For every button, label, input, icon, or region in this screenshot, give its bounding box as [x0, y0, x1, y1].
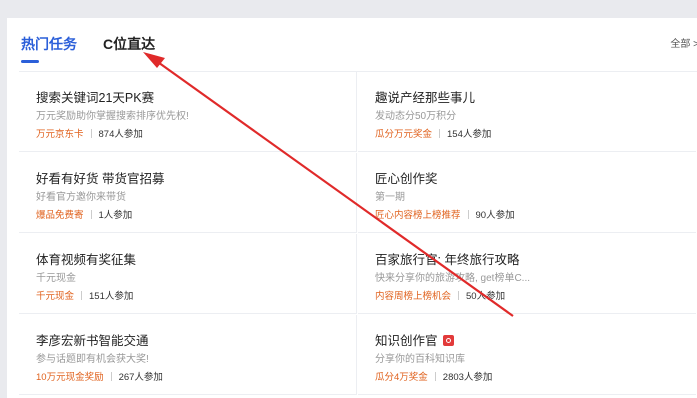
card-desc: 发动态分50万积分: [375, 111, 457, 122]
card-desc: 快来分享你的旅游攻略, get榜单C...: [375, 273, 531, 284]
card-reward: 瓜分4万奖金: [375, 372, 428, 383]
card-desc: 好看官方邀你来带货: [36, 192, 126, 203]
card-title: 百家旅行官: 年终旅行攻略: [375, 253, 520, 267]
task-card[interactable]: 好看有好货 带货官招募 好看官方邀你来带货 爆品免费寄 1人参加: [19, 153, 357, 233]
card-meta: 匠心内容榜上榜推荐 90人参加: [375, 207, 515, 221]
card-meta: 10万元现金奖励 267人参加: [36, 369, 163, 383]
card-meta: 千元现金 151人参加: [36, 288, 133, 302]
card-meta: 内容周榜上榜机会 50人参加: [375, 288, 505, 302]
card-participants: 90人参加: [475, 210, 515, 221]
card-meta: 万元京东卡 874人参加: [36, 126, 143, 140]
view-all-link[interactable]: 全部 >: [670, 35, 697, 50]
card-participants: 50人参加: [466, 291, 506, 302]
task-card[interactable]: 趣说产经那些事儿 发动态分50万积分 瓜分万元奖金 154人参加: [358, 72, 696, 152]
card-desc: 参与话题即有机会获大奖!: [36, 354, 149, 365]
card-reward: 千元现金: [36, 291, 75, 302]
card-title: 李彦宏新书智能交通: [36, 334, 149, 348]
card-meta: 瓜分万元奖金 154人参加: [375, 126, 491, 140]
task-card[interactable]: 百家旅行官: 年终旅行攻略 快来分享你的旅游攻略, get榜单C... 内容周榜…: [358, 234, 696, 314]
task-card[interactable]: 匠心创作奖 第一期 匠心内容榜上榜推荐 90人参加: [358, 153, 696, 233]
card-reward: 10万元现金奖励: [36, 372, 104, 383]
card-desc: 万元奖励助你掌握搜索排序优先权!: [36, 111, 189, 122]
red-badge-icon: [442, 335, 454, 346]
card-title: 好看有好货 带货官招募: [36, 172, 165, 186]
task-card[interactable]: 知识创作官 分享你的百科知识库 瓜分4万奖金 2803人参加: [358, 315, 696, 395]
card-participants: 267人参加: [118, 372, 163, 383]
task-card[interactable]: 李彦宏新书智能交通 参与话题即有机会获大奖! 10万元现金奖励 267人参加: [19, 315, 357, 395]
tab-label: C位直达: [103, 36, 156, 52]
task-grid: 搜索关键词21天PK赛 万元奖励助你掌握搜索排序优先权! 万元京东卡 874人参加…: [19, 71, 697, 398]
card-title-text: 知识创作官: [375, 334, 438, 348]
card-desc: 千元现金: [36, 273, 76, 284]
card-meta: 爆品免费寄 1人参加: [36, 207, 132, 221]
card-title: 知识创作官: [375, 330, 454, 349]
card-participants: 2803人参加: [442, 372, 493, 383]
card-reward: 万元京东卡: [36, 129, 84, 140]
card-desc: 分享你的百科知识库: [375, 354, 465, 365]
tab-label: 热门任务: [21, 36, 77, 52]
card-participants: 151人参加: [89, 291, 134, 302]
card-reward: 瓜分万元奖金: [375, 129, 433, 140]
card-title: 搜索关键词21天PK赛: [36, 91, 155, 105]
card-reward: 爆品免费寄: [36, 210, 84, 221]
tab-hot-tasks[interactable]: 热门任务: [21, 34, 77, 63]
task-card[interactable]: 搜索关键词21天PK赛 万元奖励助你掌握搜索排序优先权! 万元京东卡 874人参加: [19, 72, 357, 152]
card-participants: 1人参加: [98, 210, 133, 221]
card-meta: 瓜分4万奖金 2803人参加: [375, 369, 492, 383]
card-participants: 874人参加: [98, 129, 143, 140]
card-reward: 内容周榜上榜机会: [375, 291, 452, 302]
task-card[interactable]: 体育视频有奖征集 千元现金 千元现金 151人参加: [19, 234, 357, 314]
card-title: 趣说产经那些事儿: [375, 91, 476, 105]
card-title: 体育视频有奖征集: [36, 253, 137, 267]
card-title: 匠心创作奖: [375, 172, 438, 186]
tab-underline: [21, 60, 39, 63]
card-participants: 154人参加: [447, 129, 492, 140]
tab-c-position[interactable]: C位直达: [103, 34, 155, 54]
card-reward: 匠心内容榜上榜推荐: [375, 210, 461, 221]
task-panel: 热门任务 C位直达 全部 > 搜索关键词21天PK赛 万元奖励助你掌握搜索排序优…: [7, 18, 697, 398]
card-desc: 第一期: [375, 192, 405, 203]
